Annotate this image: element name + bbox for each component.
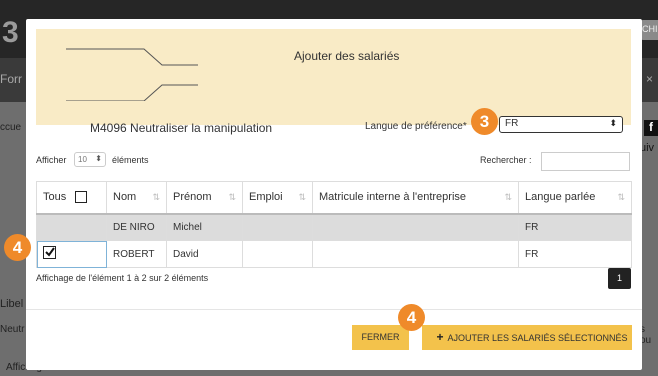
search-input[interactable] [541,152,630,171]
search-label: Rechercher : [480,155,532,165]
table-info-text: Affichage de l'élément 1 à 2 sur 2 éléme… [36,273,209,283]
table-row[interactable]: DE NIRO Michel FR [36,213,632,241]
background-formation-text: Forr [0,72,22,86]
row-checkbox-checked[interactable] [43,246,56,259]
branch-arrows-icon [66,48,198,101]
column-label-prenom: Prénom [173,191,212,204]
select-all-label: Tous [43,191,67,204]
sort-asc-icon: ⇅ [152,192,160,202]
add-employees-modal: Ajouter des salariés M4096 Neutraliser l… [26,19,642,370]
show-entries-suffix: éléments [112,155,149,165]
cell-prenom: David [166,240,243,268]
background-neutr-text: Neutr [0,324,25,335]
show-entries-value: 10 [78,155,87,164]
background-sou-text: s ou [640,324,652,346]
row-checkbox-cell[interactable] [36,240,107,268]
cell-langue: FR [518,240,632,268]
column-header-emploi[interactable]: Emploi ⇅ [242,181,313,215]
cell-emploi [242,213,313,241]
step-marker-4-button: 4 [398,304,425,331]
modal-header: Ajouter des salariés [36,29,631,125]
cell-matricule [312,213,519,241]
cell-prenom: Michel [166,213,243,241]
table-header-row: Tous Nom ⇅ Prénom ⇅ Emploi ⇅ Matricule i… [36,181,632,215]
language-select[interactable]: FR ⬍ [499,116,623,133]
show-entries-label: Afficher [36,155,67,165]
sort-icon: ⇅ [504,192,512,202]
column-header-select-all[interactable]: Tous [36,181,107,215]
plus-icon: + [436,330,444,344]
language-label: Langue de préférence* [365,121,467,132]
sort-icon: ⇅ [228,192,236,202]
background-logo: 3 [2,16,19,49]
employees-table: Tous Nom ⇅ Prénom ⇅ Emploi ⇅ Matricule i… [36,181,632,268]
pagination-page-button[interactable]: 1 [608,268,631,289]
column-label-nom: Nom [113,191,137,204]
column-label-matricule: Matricule interne à l'entreprise [319,191,467,204]
checkmark-icon [45,247,55,257]
table-row[interactable]: ROBERT David FR [36,240,632,268]
background-accueil-text: ccue [0,122,22,133]
column-label-emploi: Emploi [249,191,283,204]
show-entries-select[interactable]: 10 ⬍ [74,152,106,167]
cell-emploi [242,240,313,268]
background-libelle-text: Libel [0,298,24,310]
column-header-langue[interactable]: Langue parlée ⇅ [518,181,632,215]
close-button[interactable]: FERMER [352,325,409,350]
footer-divider [26,309,642,310]
column-header-prenom[interactable]: Prénom ⇅ [166,181,243,215]
facebook-icon: f [644,120,658,136]
select-arrows-icon: ⬍ [609,118,617,128]
background-right-tab: CHI [640,20,658,40]
background-close-icon: × [646,72,654,86]
column-header-nom[interactable]: Nom ⇅ [106,181,167,215]
select-all-checkbox[interactable] [75,191,88,204]
cell-nom: DE NIRO [106,213,167,241]
cell-langue: FR [518,213,632,241]
language-selected-value: FR [505,118,519,129]
course-title: M4096 Neutraliser la manipulation [90,121,273,135]
column-header-matricule[interactable]: Matricule interne à l'entreprise ⇅ [312,181,519,215]
sort-icon: ⇅ [298,192,306,202]
sort-icon: ⇅ [617,192,625,202]
select-arrows-icon: ⬍ [95,154,102,163]
cell-matricule [312,240,519,268]
modal-title: Ajouter des salariés [294,49,400,63]
add-selected-employees-button[interactable]: + AJOUTER LES SALARIÉS SÉLECTIONNÉS [422,325,632,350]
cell-nom: ROBERT [106,240,167,268]
step-marker-4-checkbox: 4 [4,234,31,261]
step-marker-3: 3 [471,108,498,135]
column-label-langue: Langue parlée [525,191,596,204]
add-button-label: AJOUTER LES SALARIÉS SÉLECTIONNÉS [447,333,628,343]
background-suivre-text: uiv [640,142,655,154]
row-checkbox-cell[interactable] [36,213,107,241]
